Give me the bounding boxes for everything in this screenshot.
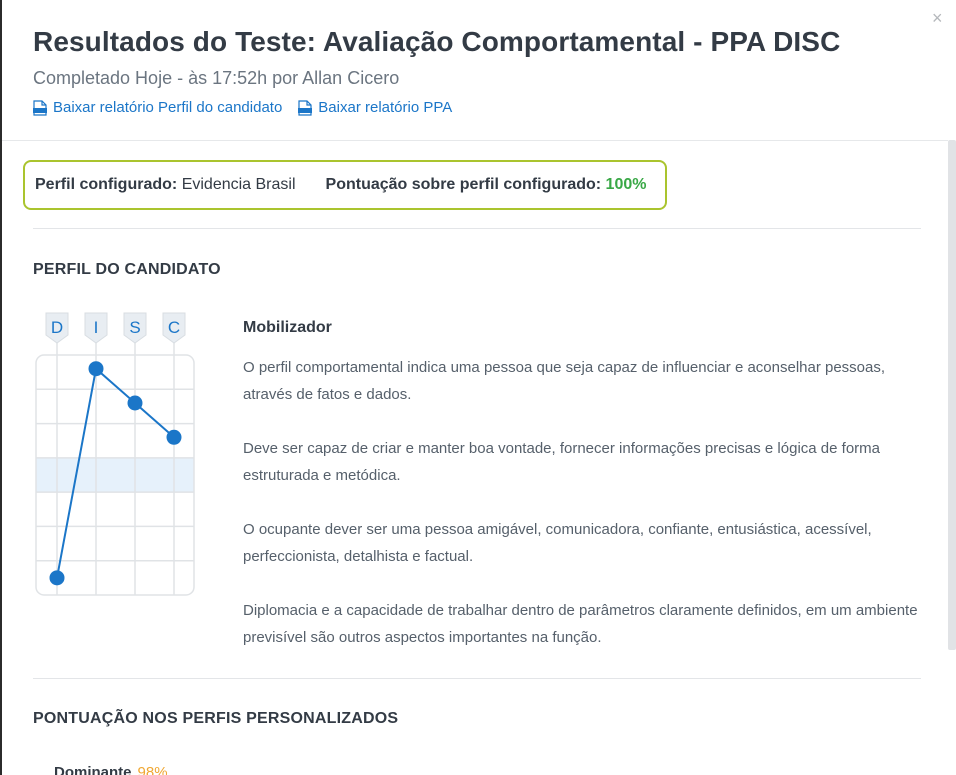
description-paragraph-2: Deve ser capaz de criar e manter boa von… bbox=[243, 440, 880, 484]
data-point-s bbox=[127, 395, 143, 411]
data-point-i bbox=[88, 361, 104, 377]
disc-chart: DISC bbox=[35, 312, 195, 596]
profile-name: Mobilizador bbox=[243, 319, 332, 336]
custom-profiles-heading: PONTUAÇÃO NOS PERFIS PERSONALIZADOS bbox=[33, 710, 399, 727]
page-title: Resultados do Teste: Avaliação Comportam… bbox=[33, 26, 841, 57]
custom-profile-label: Dominante bbox=[54, 764, 132, 775]
column-label-s: S bbox=[129, 318, 140, 337]
description-paragraph-4: Diplomacia e a capacidade de trabalhar d… bbox=[243, 602, 918, 646]
scrollbar[interactable] bbox=[948, 140, 956, 650]
section-divider bbox=[33, 228, 921, 229]
profile-score-label: Pontuação sobre perfil configurado: bbox=[325, 176, 602, 193]
custom-profile-pct: 98% bbox=[137, 764, 168, 775]
configured-profile-box: Perfil configurado: Evidencia Brasil Pon… bbox=[23, 160, 667, 210]
modal-header: Resultados do Teste: Avaliação Comportam… bbox=[33, 22, 913, 118]
highlight-band bbox=[36, 457, 194, 493]
download-ppa-report-link[interactable]: Baixar relatório PPA bbox=[298, 98, 452, 118]
section-divider bbox=[33, 678, 921, 679]
download-ppa-report-label: Baixar relatório PPA bbox=[318, 99, 453, 116]
close-icon[interactable]: × bbox=[932, 8, 943, 28]
custom-profile-row: Dominante 98% bbox=[54, 764, 168, 775]
profile-description: Mobilizador O perfil comportamental indi… bbox=[243, 316, 933, 678]
description-paragraph-1: O perfil comportamental indica uma pesso… bbox=[243, 359, 886, 403]
description-paragraph-3: O ocupante dever ser uma pessoa amigável… bbox=[243, 521, 872, 565]
results-modal: × Resultados do Teste: Avaliação Comport… bbox=[2, 0, 956, 775]
pdf-icon bbox=[33, 100, 47, 116]
header-divider bbox=[2, 140, 948, 141]
candidate-profile-heading: PERFIL DO CANDIDATO bbox=[33, 261, 221, 278]
configured-profile-label: Perfil configurado: bbox=[35, 176, 178, 193]
completion-subtitle: Completado Hoje - às 17:52h por Allan Ci… bbox=[33, 68, 400, 88]
profile-score-value: 100% bbox=[605, 176, 647, 193]
column-label-i: I bbox=[94, 318, 99, 337]
download-candidate-report-link[interactable]: Baixar relatório Perfil do candidato bbox=[33, 98, 282, 118]
download-links: Baixar relatório Perfil do candidato Bai… bbox=[33, 98, 913, 118]
pdf-icon bbox=[298, 100, 313, 116]
data-point-c bbox=[166, 429, 182, 445]
column-label-d: D bbox=[51, 318, 63, 337]
download-candidate-report-label: Baixar relatório Perfil do candidato bbox=[53, 99, 283, 116]
data-point-d bbox=[49, 570, 65, 586]
column-label-c: C bbox=[168, 318, 180, 337]
configured-profile-value: Evidencia Brasil bbox=[181, 176, 296, 193]
